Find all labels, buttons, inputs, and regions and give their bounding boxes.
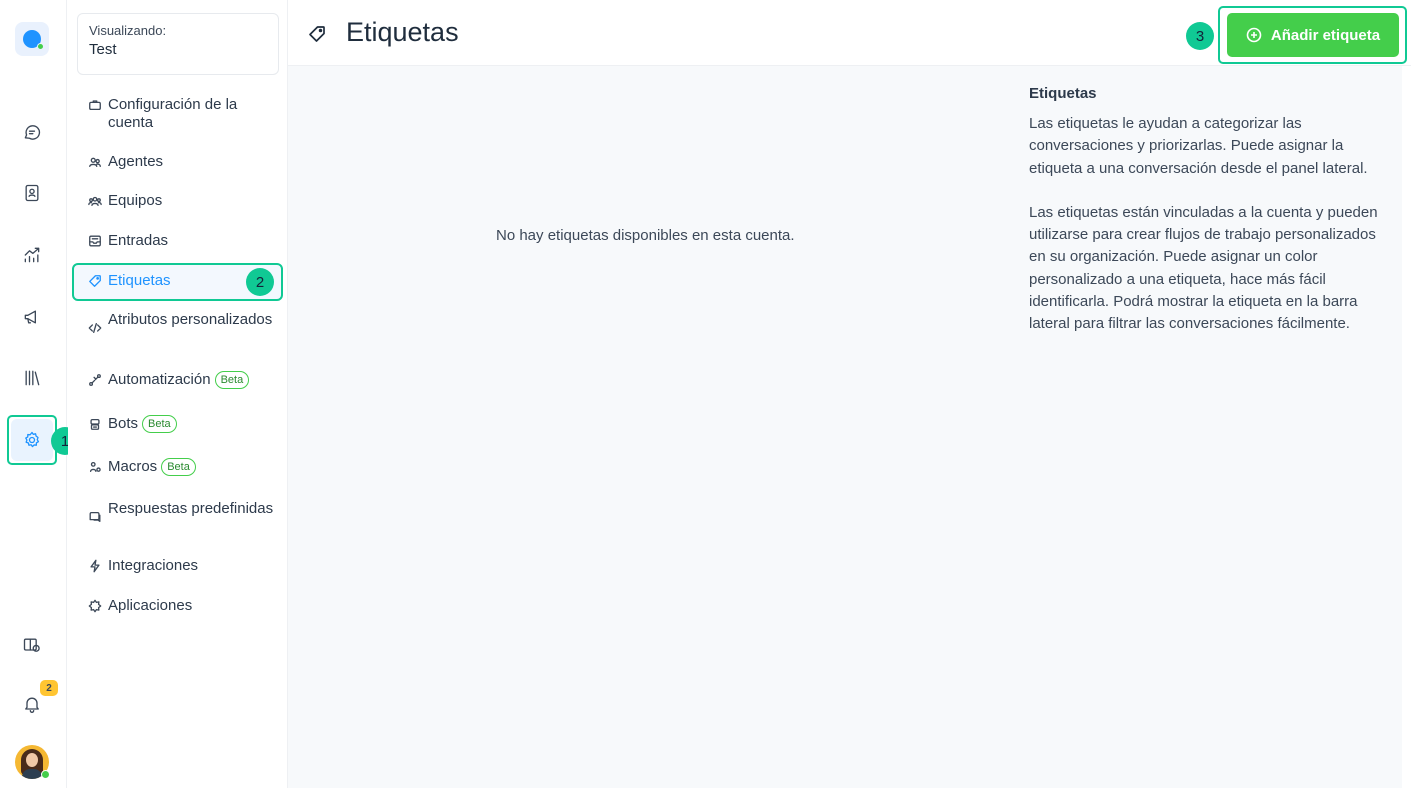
help-title: Etiquetas — [1029, 85, 1097, 102]
sidebar-item-inboxes[interactable]: Entradas — [88, 232, 278, 250]
plus-circle-icon — [1246, 27, 1262, 43]
beta-badge: Beta — [214, 371, 250, 389]
sidebar-item-label: Agentes — [108, 153, 164, 170]
account-switcher-label: Visualizando: — [89, 23, 167, 38]
puzzle-icon — [88, 599, 102, 613]
sidebar-item-label: Entradas — [108, 232, 169, 249]
help-panel: Etiquetas Las etiquetas le ayudan a cate… — [1029, 85, 1379, 358]
step-marker-2: 2 — [246, 268, 274, 296]
add-label-button[interactable]: Añadir etiqueta — [1227, 13, 1399, 57]
notifications-count-badge: 2 — [40, 680, 58, 696]
sidebar-item-label: Automatización — [108, 371, 211, 388]
scroll-gutter — [1402, 66, 1411, 788]
sidebar-item-canned-responses[interactable]: Respuestas predefinidas — [88, 500, 278, 524]
sidebar-item-account-settings[interactable]: Configuración de la cuenta — [88, 96, 278, 132]
account-name: Test — [89, 41, 117, 58]
beta-badge: Beta — [142, 415, 177, 433]
team-icon — [88, 194, 102, 208]
sidebar-item-automation[interactable]: Automatización Beta — [88, 371, 278, 389]
campaigns-nav-button[interactable] — [11, 296, 53, 338]
automation-icon — [88, 373, 102, 387]
code-icon — [88, 321, 102, 335]
help-paragraph: Las etiquetas están vinculadas a la cuen… — [1029, 203, 1378, 333]
beta-badge: Beta — [161, 458, 196, 476]
help-portal-icon — [23, 638, 40, 652]
sidebar-item-label: Equipos — [108, 192, 163, 209]
online-status-dot — [41, 770, 50, 779]
inbox-icon — [88, 234, 102, 248]
app-logo[interactable] — [15, 22, 49, 56]
sidebar-item-label: Integraciones — [108, 557, 199, 574]
megaphone-icon — [24, 310, 36, 324]
account-switcher[interactable]: Visualizando: Test — [77, 13, 279, 75]
page-title: Etiquetas — [346, 17, 459, 47]
main-content: No hay etiquetas disponibles en esta cue… — [288, 66, 1402, 788]
empty-state-message: No hay etiquetas disponibles en esta cue… — [496, 227, 795, 244]
contact-book-icon — [25, 184, 39, 202]
sidebar-item-integrations[interactable]: Integraciones — [88, 557, 278, 575]
sidebar-item-label: Configuración de la cuenta — [108, 96, 238, 131]
add-label-button-text: Añadir etiqueta — [1270, 26, 1381, 44]
sidebar-item-label: Aplicaciones — [108, 597, 193, 614]
gear-icon — [25, 431, 40, 448]
library-icon — [25, 370, 40, 386]
primary-nav-rail: 2 — [0, 0, 67, 788]
settings-nav-button[interactable] — [11, 419, 53, 461]
step-marker-3: 3 — [1186, 22, 1214, 50]
sidebar-item-custom-attributes[interactable]: Atributos personalizados — [88, 311, 278, 335]
library-nav-button[interactable] — [11, 357, 53, 399]
bell-icon — [25, 697, 39, 713]
sidebar-item-label: Atributos personalizados — [108, 311, 273, 328]
sidebar-item-bots[interactable]: Bots Beta — [88, 415, 278, 433]
help-center-button[interactable] — [11, 624, 53, 666]
chart-arrow-icon — [24, 247, 40, 263]
tag-icon — [88, 274, 102, 288]
sidebar-item-label: Bots — [108, 415, 139, 432]
sidebar-item-agents[interactable]: Agentes — [88, 153, 278, 171]
canned-response-icon — [88, 510, 102, 524]
bot-icon — [88, 417, 102, 431]
conversations-nav-button[interactable] — [11, 111, 53, 153]
sidebar-item-label: Respuestas predefinidas — [108, 500, 274, 517]
tag-icon — [308, 25, 326, 43]
people-icon — [88, 155, 102, 169]
sidebar-item-label: Macros — [108, 458, 158, 475]
briefcase-icon — [88, 98, 102, 112]
macro-icon — [88, 460, 102, 474]
reports-nav-button[interactable] — [11, 234, 53, 276]
sidebar-item-teams[interactable]: Equipos — [88, 192, 278, 210]
chat-bubble-icon — [24, 125, 41, 140]
contacts-nav-button[interactable] — [11, 172, 53, 214]
sidebar-item-macros[interactable]: Macros Beta — [88, 458, 278, 476]
flash-icon — [88, 559, 102, 573]
sidebar-item-applications[interactable]: Aplicaciones — [88, 597, 278, 615]
help-paragraph: Las etiquetas le ayudan a categorizar la… — [1029, 115, 1368, 177]
sidebar-item-label: Etiquetas — [108, 272, 171, 289]
